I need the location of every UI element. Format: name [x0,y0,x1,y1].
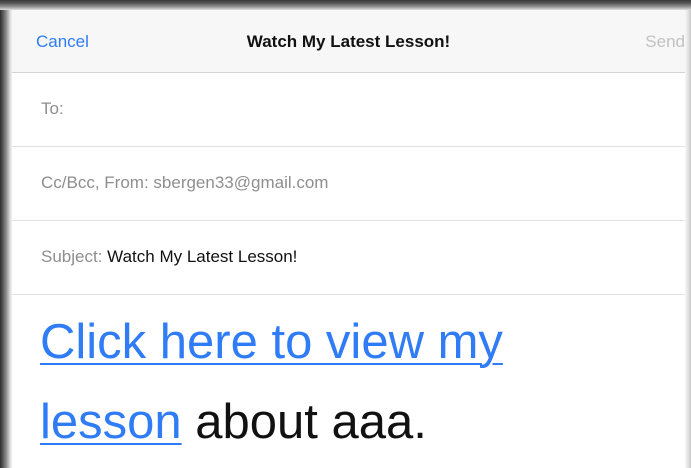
subject-field[interactable]: Subject: Watch My Latest Lesson! [12,221,685,295]
body-line-2: lesson about aaa. [40,394,427,450]
compose-navbar: Cancel Watch My Latest Lesson! Send [12,10,685,73]
subject-value[interactable]: Watch My Latest Lesson! [107,247,297,266]
to-label: To: [41,99,64,118]
from-address[interactable]: sbergen33@gmail.com [153,173,328,192]
body-trailing-text: about aaa. [195,395,427,449]
right-shadow-edge [685,10,691,468]
cc-bcc-from-label: Cc/Bcc, From: [41,173,149,192]
top-shadow-edge [0,0,691,10]
subject-row: Subject: Watch My Latest Lesson! [41,247,297,267]
screenshot-frame: Cancel Watch My Latest Lesson! Send To: … [0,0,691,468]
compose-title: Watch My Latest Lesson! [246,32,451,51]
left-shadow-edge [0,10,12,468]
compose-sheet: Cancel Watch My Latest Lesson! Send To: … [12,10,685,468]
subject-label: Subject: [41,247,103,266]
to-field[interactable]: To: [12,73,685,147]
cc-bcc-from-field[interactable]: Cc/Bcc, From: sbergen33@gmail.com [12,147,685,221]
lesson-link-part-2[interactable]: lesson [40,395,182,449]
body-line-1: Click here to view my [40,314,503,370]
cc-bcc-from-row: Cc/Bcc, From: sbergen33@gmail.com [41,173,328,193]
send-button[interactable]: Send [645,32,685,52]
lesson-link-part-1[interactable]: Click here to view my [40,315,503,369]
message-body[interactable]: Click here to view my lesson about aaa. [12,300,685,468]
